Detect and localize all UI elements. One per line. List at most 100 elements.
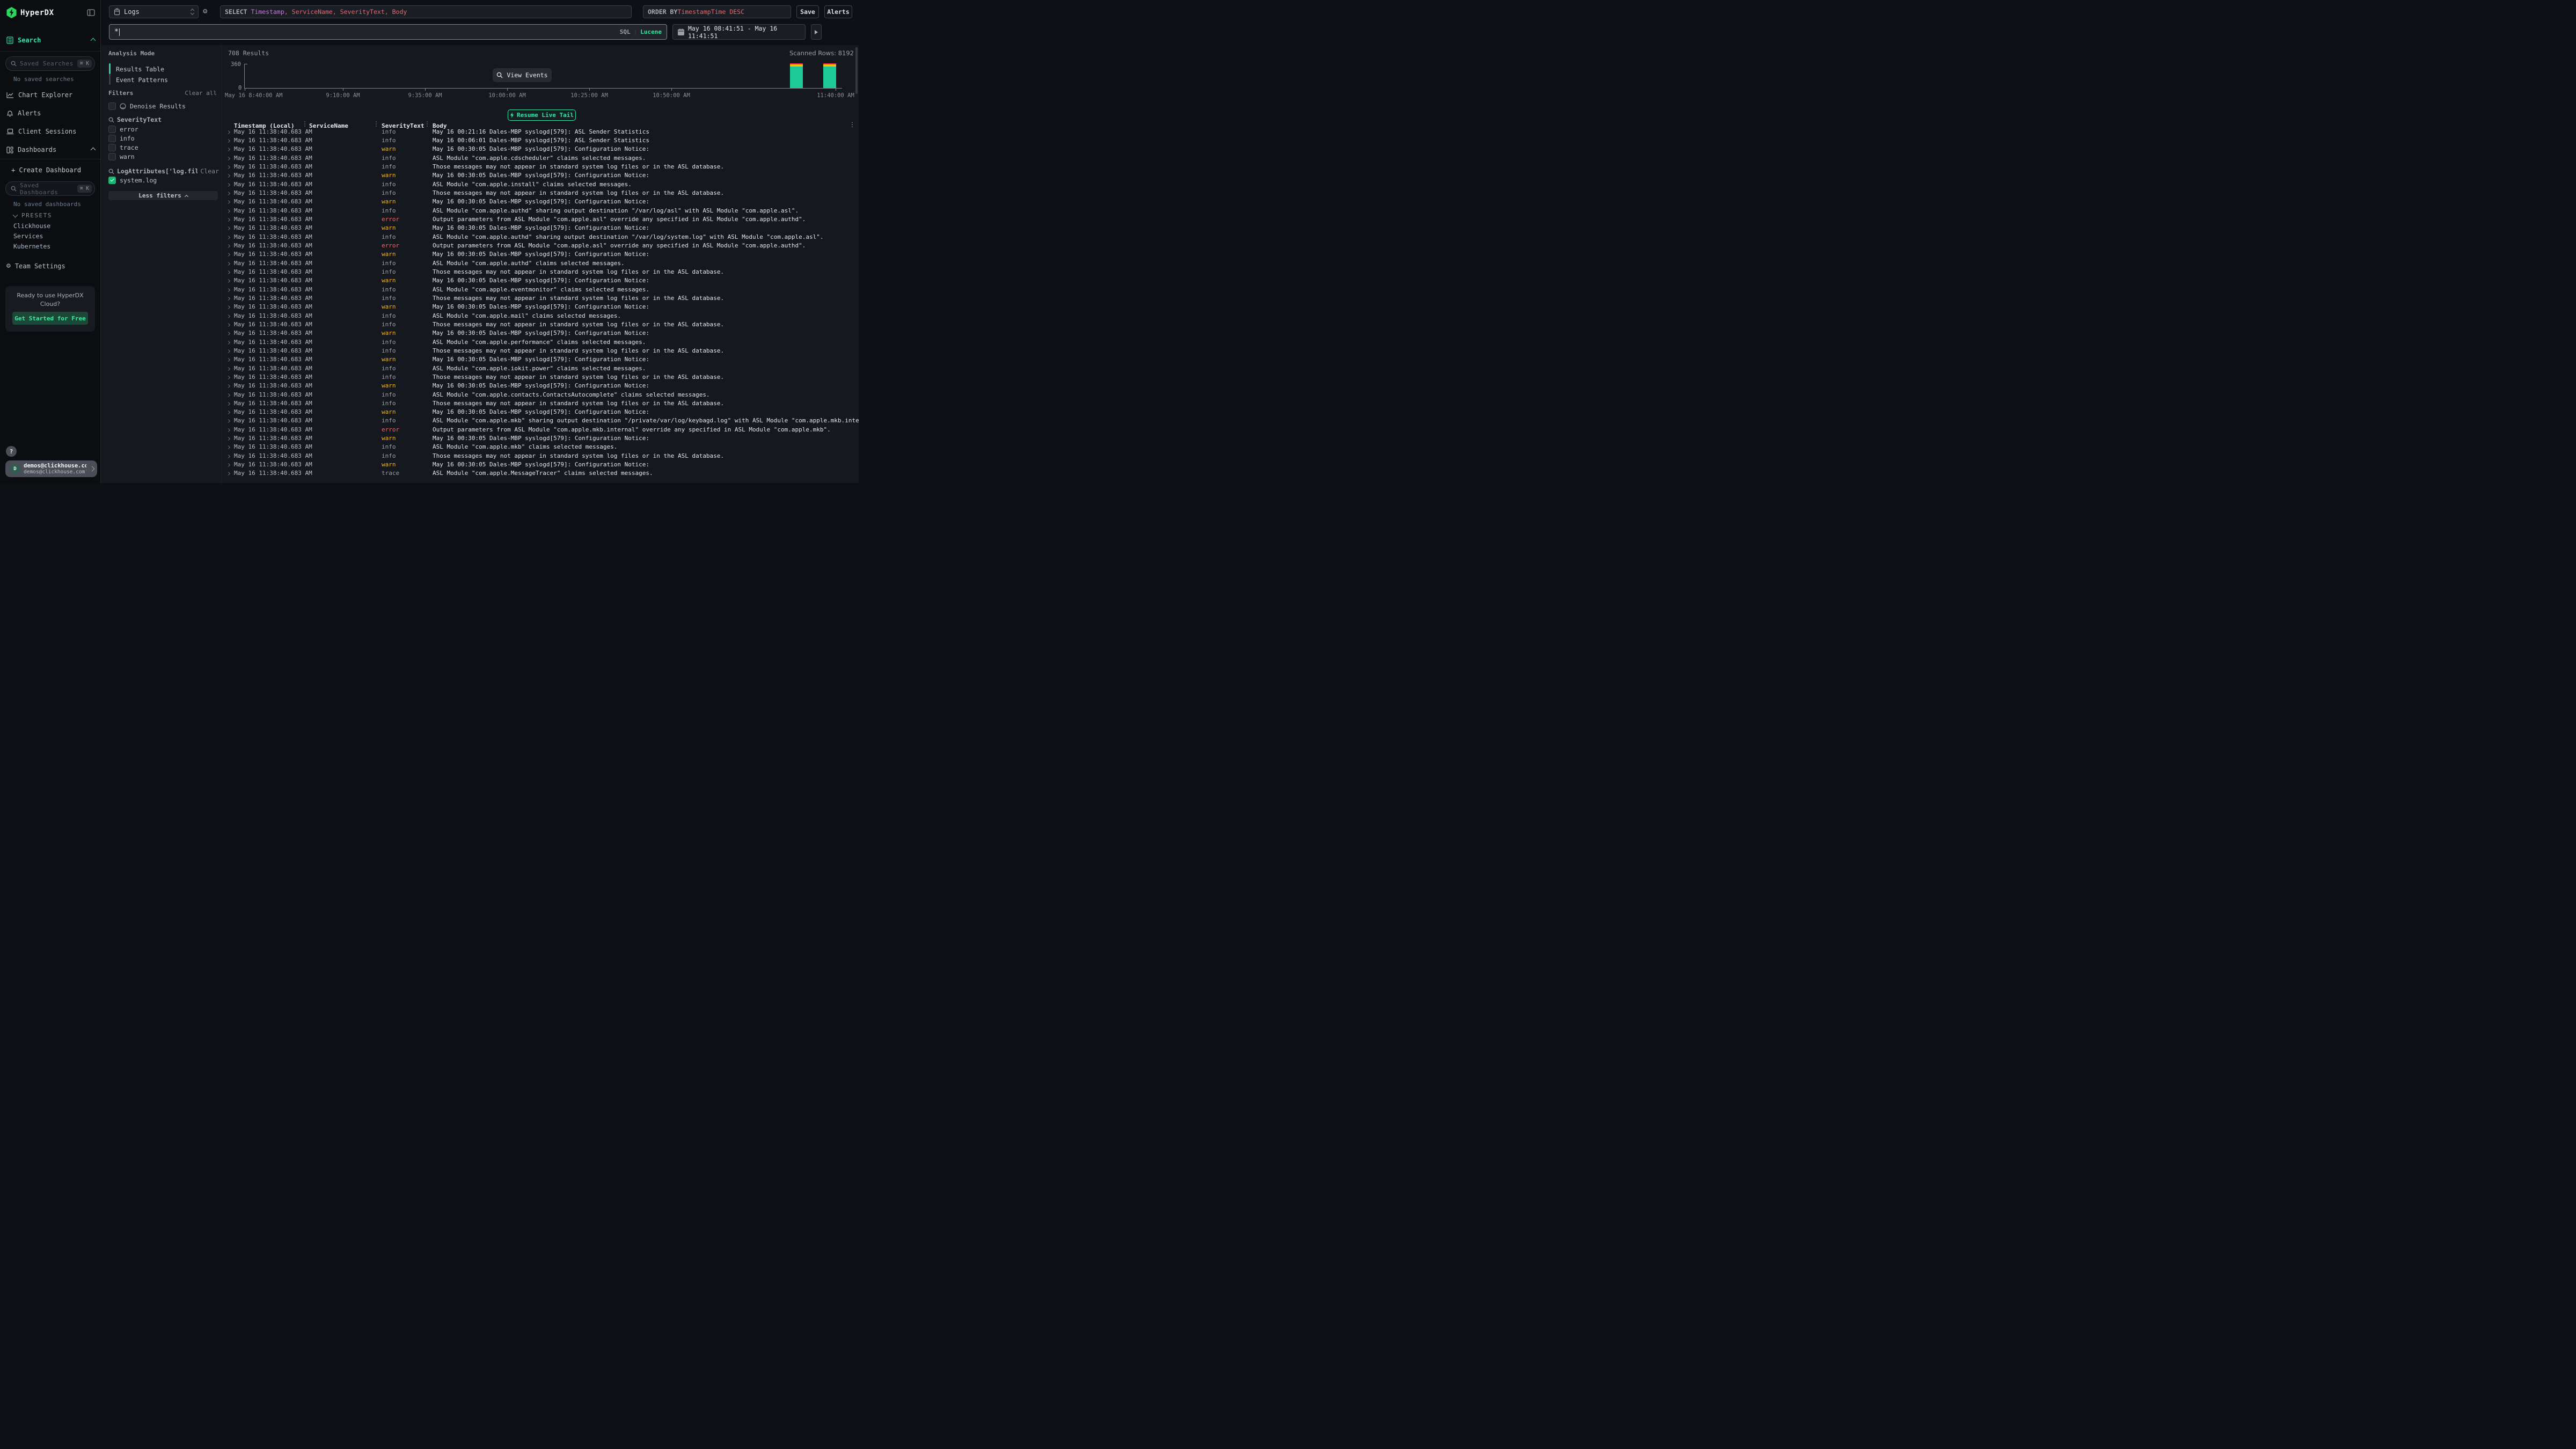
alerts-button[interactable]: Alerts	[824, 5, 852, 18]
table-row[interactable]: May 16 11:38:40.683 AMinfoThose messages…	[225, 372, 859, 381]
row-expand-chevron[interactable]	[225, 312, 234, 319]
date-range-picker[interactable]: May 16 08:41:51 - May 16 11:41:51	[672, 24, 806, 40]
sidebar-item-client-sessions[interactable]: Client Sessions	[6, 128, 95, 135]
sidebar-item-chart-explorer[interactable]: Chart Explorer	[6, 91, 95, 99]
row-expand-chevron[interactable]	[225, 155, 234, 162]
row-expand-chevron[interactable]	[225, 356, 234, 363]
sidebar-collapse-icon[interactable]	[87, 9, 95, 16]
row-expand-chevron[interactable]	[225, 374, 234, 380]
table-row[interactable]: May 16 11:38:40.683 AMinfoThose messages…	[225, 320, 859, 328]
table-row[interactable]: May 16 11:38:40.683 AMwarnMay 16 00:30:0…	[225, 224, 859, 232]
row-expand-chevron[interactable]	[225, 365, 234, 372]
table-row[interactable]: May 16 11:38:40.683 AMwarnMay 16 00:30:0…	[225, 145, 859, 153]
row-expand-chevron[interactable]	[225, 347, 234, 354]
saved-searches-input[interactable]: Saved Searches ⌘ K	[5, 56, 95, 71]
table-row[interactable]: May 16 11:38:40.683 AMwarnMay 16 00:30:0…	[225, 250, 859, 259]
row-expand-chevron[interactable]	[225, 137, 234, 144]
row-expand-chevron[interactable]	[225, 233, 234, 240]
checkbox[interactable]	[108, 135, 116, 142]
row-expand-chevron[interactable]	[225, 260, 234, 267]
select-columns-input[interactable]: SELECT Timestamp, ServiceName, SeverityT…	[220, 5, 632, 18]
table-row[interactable]: May 16 11:38:40.683 AMinfoASL Module "co…	[225, 311, 859, 320]
table-row[interactable]: May 16 11:38:40.683 AMinfoMay 16 00:21:1…	[225, 127, 859, 136]
source-settings-gear-icon[interactable]: ⚙	[203, 7, 207, 16]
row-expand-chevron[interactable]	[225, 163, 234, 170]
table-row[interactable]: May 16 11:38:40.683 AMinfoASL Module "co…	[225, 416, 859, 425]
table-row[interactable]: May 16 11:38:40.683 AMinfoASL Module "co…	[225, 443, 859, 451]
row-expand-chevron[interactable]	[225, 339, 234, 346]
filter-option-trace[interactable]: trace	[108, 144, 219, 151]
help-button[interactable]: ?	[6, 446, 17, 457]
table-row[interactable]: May 16 11:38:40.683 AMinfoASL Module "co…	[225, 153, 859, 162]
column-resize-handle[interactable]	[427, 123, 428, 125]
sidebar-item-search[interactable]: Search	[6, 36, 95, 44]
table-row[interactable]: May 16 11:38:40.683 AMinfoASL Module "co…	[225, 285, 859, 294]
preset-kubernetes[interactable]: Kubernetes	[13, 243, 50, 250]
order-by-input[interactable]: ORDER BY TimestampTime DESC	[643, 5, 791, 18]
create-dashboard-button[interactable]: + Create Dashboard	[6, 166, 95, 174]
row-expand-chevron[interactable]	[225, 198, 234, 205]
row-expand-chevron[interactable]	[225, 242, 234, 249]
row-expand-chevron[interactable]	[225, 216, 234, 223]
column-resize-handle[interactable]	[376, 123, 377, 125]
row-expand-chevron[interactable]	[225, 251, 234, 258]
row-expand-chevron[interactable]	[225, 189, 234, 196]
checkbox[interactable]	[108, 103, 116, 110]
get-started-button[interactable]: Get Started for Free	[12, 312, 88, 325]
row-expand-chevron[interactable]	[225, 207, 234, 214]
chart-bar[interactable]	[790, 63, 803, 88]
sidebar-item-alerts[interactable]: Alerts	[6, 109, 95, 117]
filter-option-system-log[interactable]: system.log	[108, 177, 219, 184]
row-expand-chevron[interactable]	[225, 382, 234, 389]
table-row[interactable]: May 16 11:38:40.683 AMinfoASL Module "co…	[225, 206, 859, 215]
filter-option-error[interactable]: error	[108, 126, 219, 133]
view-events-button[interactable]: View Events	[493, 68, 552, 82]
row-expand-chevron[interactable]	[225, 452, 234, 459]
table-row[interactable]: May 16 11:38:40.683 AMwarnMay 16 00:30:0…	[225, 434, 859, 442]
row-expand-chevron[interactable]	[225, 145, 234, 152]
row-expand-chevron[interactable]	[225, 426, 234, 433]
table-row[interactable]: May 16 11:38:40.683 AMinfoASL Module "co…	[225, 338, 859, 346]
row-expand-chevron[interactable]	[225, 461, 234, 468]
tab-results-table[interactable]: Results Table	[116, 65, 164, 73]
row-expand-chevron[interactable]	[225, 391, 234, 398]
table-row[interactable]: May 16 11:38:40.683 AMtraceASL Module "c…	[225, 469, 859, 478]
checkbox[interactable]	[108, 153, 116, 160]
row-expand-chevron[interactable]	[225, 408, 234, 415]
clear-group-link[interactable]: Clear	[200, 167, 219, 175]
save-button[interactable]: Save	[796, 5, 819, 18]
table-row[interactable]: May 16 11:38:40.683 AMinfoThose messages…	[225, 267, 859, 276]
checkbox[interactable]	[108, 144, 116, 151]
table-row[interactable]: May 16 11:38:40.683 AMwarnMay 16 00:30:0…	[225, 303, 859, 311]
table-row[interactable]: May 16 11:38:40.683 AMwarnMay 16 00:30:0…	[225, 171, 859, 180]
table-row[interactable]: May 16 11:38:40.683 AMwarnMay 16 00:30:0…	[225, 408, 859, 416]
table-row[interactable]: May 16 11:38:40.683 AMinfoThose messages…	[225, 346, 859, 355]
clear-all-link[interactable]: Clear all	[185, 90, 217, 97]
language-toggle-sql[interactable]: SQL	[620, 28, 631, 35]
table-row[interactable]: May 16 11:38:40.683 AMinfoThose messages…	[225, 162, 859, 171]
chart-bar[interactable]	[823, 63, 836, 88]
table-row[interactable]: May 16 11:38:40.683 AMinfoASL Module "co…	[225, 259, 859, 267]
table-row[interactable]: May 16 11:38:40.683 AMinfoASL Module "co…	[225, 232, 859, 241]
sidebar-item-team-settings[interactable]: ⚙ Team Settings	[6, 262, 95, 270]
row-expand-chevron[interactable]	[225, 268, 234, 275]
denoise-results-checkbox[interactable]: Denoise Results	[108, 103, 219, 110]
table-row[interactable]: May 16 11:38:40.683 AMerrorOutput parame…	[225, 241, 859, 250]
row-expand-chevron[interactable]	[225, 172, 234, 179]
table-row[interactable]: May 16 11:38:40.683 AMwarnMay 16 00:30:0…	[225, 460, 859, 469]
filter-option-info[interactable]: info	[108, 135, 219, 142]
row-expand-chevron[interactable]	[225, 295, 234, 302]
filter-option-warn[interactable]: warn	[108, 153, 219, 160]
table-row[interactable]: May 16 11:38:40.683 AMwarnMay 16 00:30:0…	[225, 382, 859, 390]
user-menu[interactable]: D demos@clickhouse.com demos@clickhouse.…	[5, 460, 97, 477]
row-expand-chevron[interactable]	[225, 128, 234, 135]
language-toggle-lucene[interactable]: Lucene	[640, 28, 662, 35]
table-row[interactable]: May 16 11:38:40.683 AMwarnMay 16 00:30:0…	[225, 329, 859, 338]
table-row[interactable]: May 16 11:38:40.683 AMinfoASL Module "co…	[225, 364, 859, 372]
table-row[interactable]: May 16 11:38:40.683 AMinfoThose messages…	[225, 188, 859, 197]
preset-services[interactable]: Services	[13, 232, 43, 240]
sidebar-item-dashboards[interactable]: Dashboards	[6, 146, 95, 153]
table-row[interactable]: May 16 11:38:40.683 AMinfoThose messages…	[225, 451, 859, 460]
less-filters-button[interactable]: Less filters	[108, 191, 218, 200]
table-row[interactable]: May 16 11:38:40.683 AMinfoThose messages…	[225, 399, 859, 407]
